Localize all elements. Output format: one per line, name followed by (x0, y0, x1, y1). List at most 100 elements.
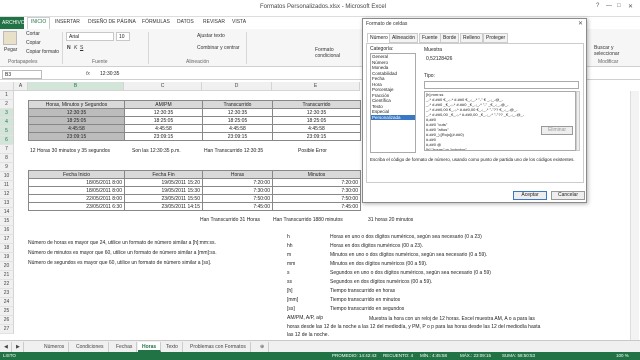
cell-d18[interactable]: Han Transcurrido 31 Horas (200, 217, 260, 223)
tab-formulas[interactable]: FÓRMULAS (142, 19, 170, 25)
row-header[interactable]: 1 (0, 91, 14, 100)
row-header[interactable]: 18 (0, 244, 14, 253)
cell-e18[interactable]: Han Transcurrido 1880 minutos (273, 217, 343, 223)
row-header[interactable]: 20 (0, 262, 14, 271)
font-name-select[interactable]: Arial (66, 32, 114, 41)
table-cell[interactable]: 23:09:15 (272, 132, 361, 141)
prev-sheet-icon[interactable]: ◀ (0, 342, 12, 352)
table-cell[interactable]: 23:09:15 (202, 132, 273, 141)
table-cell[interactable]: 4:45:58 (28, 124, 125, 133)
row-header[interactable]: 24 (0, 298, 14, 307)
find-select-button[interactable]: Buscar y seleccionar (594, 45, 634, 57)
sheet-tab-problemas[interactable]: Problemas con Formatos (186, 342, 251, 352)
format-code[interactable]: mm (287, 261, 295, 267)
sheet-tab-horas[interactable]: Horas (138, 342, 162, 352)
format-code[interactable]: ss (287, 279, 292, 285)
table-cell[interactable]: 23/05/2011 6:30 (28, 202, 125, 211)
table-cell[interactable]: 18/05/2011 8:00 (28, 178, 125, 187)
format-code[interactable]: [ss] (287, 306, 295, 312)
row-header[interactable]: 6 (0, 136, 14, 145)
table-cell[interactable]: 18:25:05 (272, 116, 361, 125)
type-list-scrollbar[interactable] (576, 91, 580, 151)
table-cell[interactable]: 7:20:00 (202, 178, 273, 187)
row-header[interactable]: 27 (0, 325, 14, 334)
cell-c8[interactable]: Son las 12:30:35 p.m. (132, 148, 181, 154)
row-header[interactable]: 12 (0, 190, 14, 199)
table-header[interactable]: Fecha Fin (124, 170, 203, 179)
wrap-text-button[interactable]: Ajustar texto (197, 33, 225, 39)
table-cell[interactable]: 4:45:58 (272, 124, 361, 133)
format-code[interactable]: h (287, 234, 290, 240)
paste-button[interactable]: Pegar (4, 47, 17, 53)
row-header[interactable]: 23 (0, 289, 14, 298)
table-cell[interactable]: 12:30:35 (28, 108, 125, 117)
add-sheet-icon[interactable]: ⊕ (256, 342, 270, 352)
close-icon[interactable]: ✕ (628, 3, 633, 10)
row-header[interactable]: 7 (0, 145, 14, 154)
note-minutes[interactable]: Número de minutos es mayor que 60, utili… (28, 250, 217, 256)
row-header[interactable]: 14 (0, 208, 14, 217)
bold-button[interactable]: N (67, 45, 71, 51)
column-header-a[interactable]: A (14, 82, 28, 91)
row-header[interactable]: 5 (0, 127, 14, 136)
table-cell[interactable]: 7:45:00 (202, 202, 273, 211)
note-hours[interactable]: Número de horas es mayor que 24, utilice… (28, 240, 216, 246)
italic-button[interactable]: K (74, 45, 77, 51)
table-cell[interactable]: 12:30:35 (124, 108, 203, 117)
table-cell[interactable]: 12:30:35 (272, 108, 361, 117)
fx-icon[interactable]: fx (86, 71, 90, 77)
table-cell[interactable]: 7:20:00 (272, 178, 361, 187)
cell-d8[interactable]: Han Transcurrido 12:30:35 (204, 148, 263, 154)
select-all[interactable] (0, 82, 14, 91)
table-cell[interactable]: 19/05/2011 15:30 (124, 186, 203, 195)
tab-inicio[interactable]: INICIO (27, 17, 51, 29)
format-code-description[interactable]: Minutos en dos dígitos numéricos (00 a 5… (330, 261, 427, 267)
table-header[interactable]: Horas, Minutos y Segundos (28, 100, 125, 109)
row-header[interactable]: 22 (0, 280, 14, 289)
merge-center-button[interactable]: Combinar y centrar (197, 45, 240, 51)
tab-revisar[interactable]: REVISAR (203, 19, 225, 25)
format-code[interactable]: [h] (287, 288, 293, 294)
cancel-button[interactable]: Cancelar (551, 191, 585, 200)
format-code-description[interactable]: Tiempo transcurrido en segundos (330, 306, 404, 312)
tab-insertar[interactable]: INSERTAR (55, 19, 80, 25)
row-header[interactable]: 19 (0, 253, 14, 262)
table-cell[interactable]: 4:45:58 (124, 124, 203, 133)
row-header[interactable]: 25 (0, 307, 14, 316)
row-header[interactable]: 2 (0, 100, 14, 109)
formula-input[interactable]: 12:30:35 (100, 71, 119, 77)
cut-button[interactable]: Cortar (26, 31, 40, 37)
table-cell[interactable]: 7:50:00 (272, 194, 361, 203)
sheet-tab-texto[interactable]: Texto (162, 342, 183, 352)
category-list[interactable]: General Número Moneda Contabilidad Fecha Hora… (370, 53, 416, 153)
cell-b8[interactable]: 12 Horas 30 minutos y 35 segundos (30, 148, 110, 154)
dialog-tab-relleno[interactable]: Relleno (460, 33, 483, 43)
format-code-description[interactable]: Muestra la hora con un reloj de 12 horas… (287, 315, 547, 339)
column-header-c[interactable]: C (124, 82, 202, 91)
row-header[interactable]: 3 (0, 109, 14, 118)
delete-button[interactable]: Eliminar (541, 126, 573, 135)
table-header[interactable]: Horas (202, 170, 273, 179)
row-header[interactable]: 15 (0, 217, 14, 226)
tab-vista[interactable]: VISTA (232, 19, 246, 25)
table-header[interactable]: Minutos (272, 170, 361, 179)
type-item[interactable]: [h] "horas" m "minutos" (425, 147, 575, 150)
dialog-tab-numero[interactable]: Número (367, 33, 391, 43)
help-icon[interactable]: ? (596, 3, 599, 9)
table-cell[interactable]: 7:30:00 (272, 186, 361, 195)
table-cell[interactable]: 23/05/2011 15:50 (124, 194, 203, 203)
table-cell[interactable]: 7:45:00 (272, 202, 361, 211)
dialog-tab-fuente[interactable]: Fuente (419, 33, 441, 43)
row-header[interactable]: 10 (0, 172, 14, 181)
table-cell[interactable]: 23:09:15 (28, 132, 125, 141)
row-header[interactable]: 26 (0, 316, 14, 325)
tab-diseno[interactable]: DISEÑO DE PÁGINA (88, 19, 136, 25)
maximize-icon[interactable]: □ (617, 3, 621, 9)
dialog-close-icon[interactable]: ✕ (578, 20, 583, 27)
dialog-tab-proteger[interactable]: Proteger (483, 33, 509, 43)
format-code[interactable]: [mm] (287, 297, 298, 303)
format-code-description[interactable]: Minutos en uno o dos dígitos numéricos, … (330, 252, 487, 258)
table-cell[interactable]: 18:25:05 (202, 116, 273, 125)
table-header[interactable]: Transcurrido (202, 100, 273, 109)
column-header-d[interactable]: D (202, 82, 272, 91)
